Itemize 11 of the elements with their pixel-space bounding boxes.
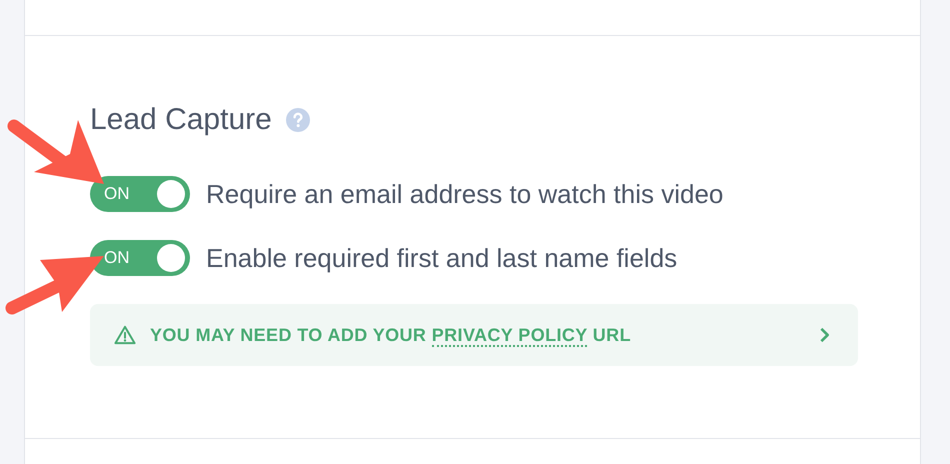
privacy-notice[interactable]: YOU MAY NEED TO ADD YOUR PRIVACY POLICY URL	[90, 304, 858, 366]
option-label: Enable required first and last name fields	[206, 242, 678, 274]
section-title: Lead Capture	[90, 103, 272, 137]
help-icon[interactable]	[286, 108, 310, 132]
toggle-switch[interactable]: ON	[90, 240, 190, 276]
chevron-right-icon[interactable]	[819, 327, 830, 343]
warning-icon	[114, 325, 136, 345]
option-label: Require an email address to watch this video	[206, 178, 724, 210]
notice-text: YOU MAY NEED TO ADD YOUR PRIVACY POLICY URL	[150, 324, 631, 346]
privacy-policy-link[interactable]: PRIVACY POLICY	[432, 324, 588, 346]
toggle-switch[interactable]: ON	[90, 176, 190, 212]
